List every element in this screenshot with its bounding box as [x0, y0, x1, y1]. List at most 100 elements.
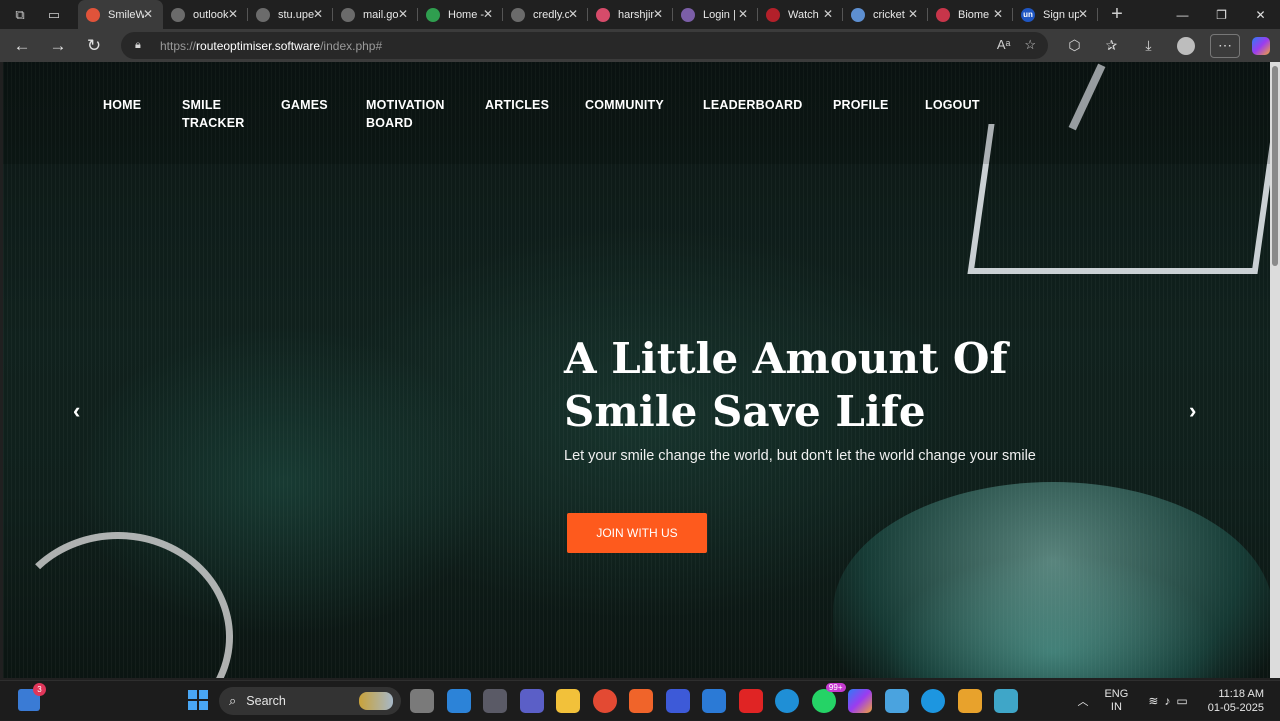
nav-smile-tracker[interactable]: SMILE TRACKER — [182, 96, 262, 132]
web-page: HOME SMILE TRACKER GAMES MOTIVATION BOAR… — [3, 62, 1270, 678]
git-icon[interactable] — [957, 689, 982, 713]
app-monitor-icon[interactable] — [994, 689, 1018, 713]
nav-games[interactable]: GAMES — [281, 96, 376, 114]
tab-separator — [1097, 8, 1098, 21]
browser-tab[interactable]: cricket ✕ — [843, 0, 928, 29]
tab-actions-icon[interactable]: ▭ — [40, 3, 68, 27]
whatsapp-icon[interactable]: 99+ — [811, 683, 846, 713]
virtualbox-icon[interactable] — [884, 689, 909, 713]
network-sound-battery-icons[interactable]: ≋♪▭ — [1148, 694, 1193, 708]
nav-community[interactable]: COMMUNITY — [585, 96, 695, 114]
page-scrollbar[interactable] — [1270, 62, 1280, 678]
copilot-app-icon[interactable] — [848, 689, 872, 713]
nav-motivation-board[interactable]: MOTIVATION BOARD — [366, 96, 454, 132]
settings-more-button[interactable]: ⋯ — [1210, 33, 1240, 58]
show-hidden-icons-icon[interactable]: ︿ — [1077, 693, 1088, 709]
maximize-button[interactable]: ❐ — [1202, 0, 1241, 29]
browser-tab[interactable]: SmileW ✕ — [78, 0, 163, 29]
nav-logout[interactable]: LOGOUT — [925, 96, 1020, 114]
whatsapp-badge: 99+ — [825, 683, 846, 692]
browser-tab[interactable]: credly.c ✕ — [503, 0, 588, 29]
tab-title: harshjin — [618, 8, 654, 21]
search-highlight-icon — [359, 692, 393, 710]
url-text[interactable]: https://routeoptimiser.software/index.ph… — [160, 39, 382, 53]
read-aloud-icon[interactable]: Aᵃ — [997, 37, 1011, 53]
edge-icon[interactable] — [775, 689, 799, 713]
app-vs-icon[interactable] — [665, 689, 690, 713]
tab-close-icon[interactable]: ✕ — [653, 7, 663, 21]
browser-tab[interactable]: Watch ✕ — [758, 0, 843, 29]
tab-favicon-icon — [171, 7, 185, 22]
favorite-star-icon[interactable]: ☆ — [1024, 37, 1036, 53]
chrome-icon[interactable] — [592, 689, 617, 713]
avatar — [1176, 36, 1195, 55]
pinned-apps: 99+ — [410, 683, 1031, 713]
nav-articles[interactable]: ARTICLES — [485, 96, 580, 114]
tab-close-icon[interactable]: ✕ — [568, 7, 578, 21]
browser-tab[interactable]: un Sign up ✕ — [1013, 0, 1098, 29]
tab-close-icon[interactable]: ✕ — [993, 7, 1003, 21]
tab-title: Login | — [703, 8, 736, 21]
tab-close-icon[interactable]: ✕ — [823, 7, 833, 21]
tab-title: outlook — [193, 8, 229, 21]
extensions-icon[interactable]: ⬡ — [1056, 37, 1093, 54]
browser-tab[interactable]: Biome ✕ — [928, 0, 1013, 29]
taskbar-search[interactable]: ⌕ Search — [219, 687, 401, 715]
tab-title: credly.c — [533, 8, 569, 21]
app-cube-icon[interactable] — [483, 689, 507, 713]
browser-tab[interactable]: mail.go ✕ — [333, 0, 418, 29]
widgets-badge: 3 — [33, 683, 46, 696]
vscode-icon[interactable] — [446, 689, 471, 713]
tab-favicon-icon — [851, 7, 865, 22]
forward-button[interactable]: → — [40, 32, 76, 60]
nav-profile[interactable]: PROFILE — [833, 96, 928, 114]
docker-icon[interactable] — [921, 689, 945, 713]
workspaces-icon[interactable]: ⧉ — [6, 3, 34, 27]
file-explorer-icon[interactable] — [556, 689, 580, 713]
browser-tab[interactable]: outlook ✕ — [163, 0, 248, 29]
refresh-button[interactable]: ↻ — [76, 32, 112, 60]
tab-favicon-icon — [681, 7, 695, 22]
store-icon[interactable] — [702, 689, 726, 713]
widgets-icon[interactable]: 3 — [18, 683, 46, 711]
youtube-icon[interactable] — [738, 689, 763, 713]
tab-close-icon[interactable]: ✕ — [908, 7, 918, 21]
new-tab-button[interactable]: + — [1104, 2, 1130, 28]
back-button[interactable]: ← — [4, 32, 40, 60]
teams-icon[interactable] — [519, 689, 544, 713]
tab-title: cricket — [873, 8, 905, 21]
browser-tab[interactable]: Home - ✕ — [418, 0, 503, 29]
address-bar[interactable]: 🔒︎ https://routeoptimiser.software/index… — [121, 32, 1048, 59]
tab-favicon-icon — [426, 7, 440, 22]
favorites-icon[interactable]: ✰ — [1093, 37, 1130, 54]
carousel-next-icon[interactable]: › — [1189, 398, 1196, 424]
copilot-button[interactable] — [1246, 36, 1276, 55]
tab-favicon-icon — [341, 7, 355, 22]
tab-close-icon[interactable]: ✕ — [1078, 7, 1088, 21]
start-button[interactable] — [188, 690, 208, 710]
system-tray: ︿ ENG IN ≋♪▭ 11:18 AM 01-05-2025 — [1077, 681, 1280, 721]
tab-close-icon[interactable]: ✕ — [143, 7, 153, 21]
tab-close-icon[interactable]: ✕ — [313, 7, 323, 21]
task-view-icon[interactable] — [410, 689, 434, 713]
minimize-button[interactable]: — — [1163, 0, 1202, 29]
tab-close-icon[interactable]: ✕ — [738, 7, 748, 21]
brave-icon[interactable] — [629, 689, 653, 713]
close-window-button[interactable]: ✕ — [1241, 0, 1280, 29]
tab-close-icon[interactable]: ✕ — [483, 7, 493, 21]
nav-leaderboard[interactable]: LEADERBOARD — [703, 96, 813, 114]
browser-tab[interactable]: stu.upe ✕ — [248, 0, 333, 29]
join-button[interactable]: JOIN WITH US — [567, 513, 707, 553]
browser-tab[interactable]: Login | ✕ — [673, 0, 758, 29]
site-info-icon[interactable]: 🔒︎ — [135, 39, 151, 52]
scrollbar-thumb[interactable] — [1272, 66, 1278, 266]
language-indicator[interactable]: ENG IN — [1104, 688, 1128, 714]
tab-title: mail.go — [363, 8, 399, 21]
tab-close-icon[interactable]: ✕ — [228, 7, 238, 21]
downloads-icon[interactable]: ⤓ — [1130, 37, 1167, 54]
carousel-prev-icon[interactable]: ‹ — [73, 398, 80, 424]
clock[interactable]: 11:18 AM 01-05-2025 — [1208, 687, 1264, 715]
profile-button[interactable] — [1167, 36, 1204, 55]
browser-tab[interactable]: harshjin ✕ — [588, 0, 673, 29]
tab-close-icon[interactable]: ✕ — [398, 7, 408, 21]
